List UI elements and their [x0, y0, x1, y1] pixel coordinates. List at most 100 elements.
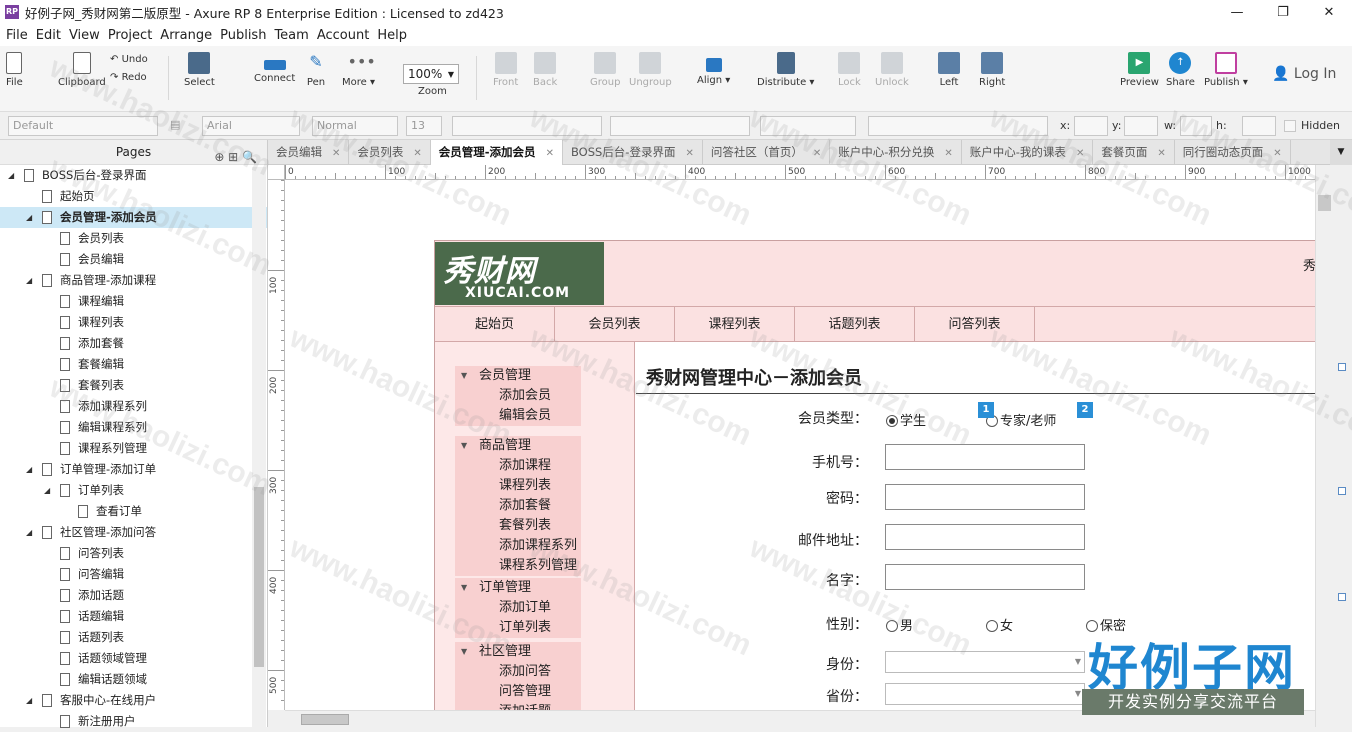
expand-toggle-icon[interactable]: ◢ — [44, 480, 54, 501]
pen-button[interactable]: ✎ Pen — [305, 52, 327, 88]
page-tree-item[interactable]: 话题列表 — [0, 627, 267, 648]
login-button[interactable]: 👤 Log In — [1272, 66, 1336, 82]
scroll-thumb[interactable] — [1318, 195, 1331, 211]
expand-toggle-icon[interactable]: ◢ — [26, 690, 36, 711]
panel-marker-icon[interactable] — [1338, 363, 1346, 371]
close-icon[interactable]: ✕ — [813, 148, 821, 159]
side-group-title[interactable]: 会员管理 — [455, 366, 581, 386]
back-button[interactable]: Back — [533, 52, 557, 88]
menu-view[interactable]: View — [69, 28, 100, 43]
page-tree-item[interactable]: 课程系列管理 — [0, 438, 267, 459]
page-tree-item[interactable]: 编辑课程系列 — [0, 417, 267, 438]
page-tree-item[interactable]: 套餐编辑 — [0, 354, 267, 375]
side-item[interactable]: 添加话题 — [455, 702, 581, 710]
close-icon[interactable]: ✕ — [1273, 148, 1281, 159]
side-item[interactable]: 套餐列表 — [455, 516, 581, 536]
nav-members[interactable]: 会员列表 — [555, 307, 675, 342]
page-tree-item[interactable]: ◢ 社区管理-添加问答 — [0, 522, 267, 543]
page-tree-item[interactable]: 查看订单 — [0, 501, 267, 522]
panel-marker-icon[interactable] — [1338, 593, 1346, 601]
phone-input[interactable] — [885, 444, 1085, 470]
connect-button[interactable]: Connect — [254, 52, 295, 84]
front-button[interactable]: Front — [493, 52, 518, 88]
radio-female[interactable]: 女 — [986, 615, 1013, 634]
menu-file[interactable]: File — [6, 28, 28, 43]
h-input[interactable] — [1242, 116, 1276, 136]
side-group-title[interactable]: 商品管理 — [455, 436, 581, 456]
preview-button[interactable]: ▶ Preview — [1120, 52, 1159, 88]
page-tree-item[interactable]: 添加话题 — [0, 585, 267, 606]
page-tab[interactable]: 账户中心-积分兑换 ✕ — [830, 140, 962, 165]
close-icon[interactable]: ✕ — [685, 148, 693, 159]
nav-qa[interactable]: 问答列表 — [915, 307, 1035, 342]
name-input[interactable] — [885, 564, 1085, 590]
align-button[interactable]: Align ▾ — [697, 52, 730, 86]
side-item[interactable]: 问答管理 — [455, 682, 581, 702]
page-tree-item[interactable]: ◢ BOSS后台-登录界面 — [0, 165, 267, 186]
page-tab[interactable]: 同行圈动态页面 ✕ — [1175, 140, 1291, 165]
distribute-button[interactable]: Distribute ▾ — [757, 52, 814, 88]
side-item[interactable]: 添加套餐 — [455, 496, 581, 516]
clipboard-button[interactable]: Clipboard — [58, 52, 106, 88]
page-tree-item[interactable]: 起始页 — [0, 186, 267, 207]
close-icon[interactable]: ✕ — [944, 148, 952, 159]
publish-button[interactable]: Publish ▾ — [1204, 52, 1248, 88]
page-tab[interactable]: 账户中心-我的课表 ✕ — [962, 140, 1094, 165]
font-size-select[interactable]: 13 — [406, 116, 442, 136]
tabs-dropdown-icon[interactable]: ▼ — [1330, 140, 1352, 165]
undo-button[interactable]: ↶ Undo — [110, 54, 148, 65]
nav-courses[interactable]: 课程列表 — [675, 307, 795, 342]
radio-student[interactable]: 学生 — [886, 410, 926, 429]
style-select[interactable]: Default — [8, 116, 158, 136]
font-weight-select[interactable]: Normal — [312, 116, 398, 136]
menu-publish[interactable]: Publish — [220, 28, 266, 43]
close-icon[interactable]: ✕ — [1076, 148, 1084, 159]
page-tab[interactable]: 套餐页面 ✕ — [1093, 140, 1175, 165]
page-tree-item[interactable]: 会员编辑 — [0, 249, 267, 270]
format-painter-icon[interactable]: ▤ — [166, 116, 186, 136]
side-item[interactable]: 添加课程 — [455, 456, 581, 476]
file-button[interactable]: File — [6, 52, 23, 88]
maximize-icon[interactable]: ❐ — [1260, 0, 1306, 24]
scroll-thumb[interactable] — [301, 714, 349, 725]
page-tree-item[interactable]: 问答编辑 — [0, 564, 267, 585]
select-button[interactable]: Select — [184, 52, 215, 88]
side-item[interactable]: 编辑会员 — [455, 406, 581, 426]
page-tree-item[interactable]: 套餐列表 — [0, 375, 267, 396]
line-buttons[interactable] — [868, 116, 1048, 136]
identity-select[interactable]: ▼ — [885, 651, 1085, 673]
x-input[interactable] — [1074, 116, 1108, 136]
page-tab[interactable]: BOSS后台-登录界面 ✕ — [563, 140, 703, 165]
page-tree-item[interactable]: 问答列表 — [0, 543, 267, 564]
email-input[interactable] — [885, 524, 1085, 550]
page-tree-item[interactable]: 添加课程系列 — [0, 396, 267, 417]
side-item[interactable]: 添加问答 — [455, 662, 581, 682]
close-icon[interactable]: ✕ — [1157, 148, 1165, 159]
nav-home[interactable]: 起始页 — [435, 307, 555, 342]
page-tree-item[interactable]: 话题领域管理 — [0, 648, 267, 669]
lock-button[interactable]: Lock — [838, 52, 861, 88]
page-tree-item[interactable]: 新注册用户 — [0, 711, 267, 732]
nav-topics[interactable]: 话题列表 — [795, 307, 915, 342]
close-icon[interactable]: ✕ — [332, 148, 340, 159]
more-button[interactable]: ••• More ▾ — [342, 52, 376, 88]
radio-male[interactable]: 男 — [886, 615, 913, 634]
page-tab[interactable]: 会员管理-添加会员 ✕ — [430, 140, 563, 165]
page-tree-item[interactable]: 课程编辑 — [0, 291, 267, 312]
page-tree-item[interactable]: 编辑话题领域 — [0, 669, 267, 690]
side-item[interactable]: 添加会员 — [455, 386, 581, 406]
close-icon[interactable]: ✕ — [1306, 0, 1352, 24]
side-item[interactable]: 课程列表 — [455, 476, 581, 496]
expand-toggle-icon[interactable]: ◢ — [26, 459, 36, 480]
zoom-select[interactable]: 100% ▼ — [403, 64, 459, 84]
annotation-badge-2[interactable]: 2 — [1077, 402, 1093, 418]
canvas-vertical-scrollbar[interactable] — [1315, 165, 1332, 727]
page-tree-item[interactable]: ◢ 客服中心-在线用户 — [0, 690, 267, 711]
menu-team[interactable]: Team — [274, 28, 308, 43]
y-input[interactable] — [1124, 116, 1158, 136]
annotation-badge-1[interactable]: 1 — [978, 402, 994, 418]
side-item[interactable]: 课程系列管理 — [455, 556, 581, 576]
side-group-title[interactable]: 社区管理 — [455, 642, 581, 662]
page-tree-item[interactable]: 话题编辑 — [0, 606, 267, 627]
right-button[interactable]: Right — [979, 52, 1005, 88]
